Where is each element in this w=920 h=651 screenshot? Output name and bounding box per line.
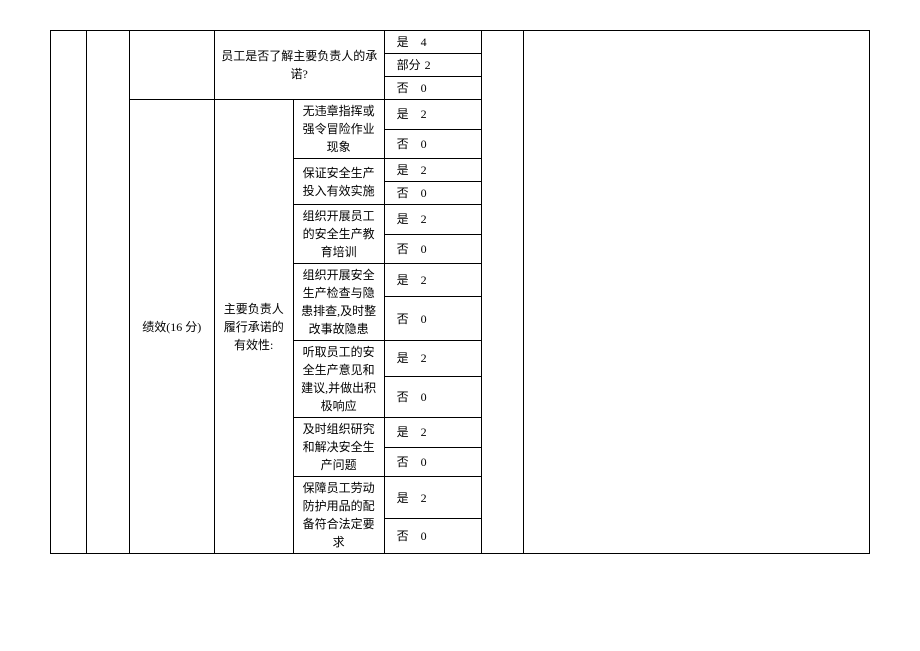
score-option: 是2 [384, 159, 481, 182]
score-value: 0 [421, 240, 427, 258]
score-option: 部分 2 [384, 54, 481, 77]
score-option: 否0 [384, 77, 481, 100]
score-value: 2 [421, 423, 427, 441]
score-label: 是 [397, 35, 409, 49]
score-label: 是 [397, 491, 409, 505]
blank-col-2 [87, 31, 129, 554]
sub-category-cell: 主要负责人履行承诺的有效性: [214, 100, 293, 554]
score-label: 是 [397, 425, 409, 439]
score-label: 否 [397, 455, 409, 469]
score-label: 否 [397, 242, 409, 256]
score-value: 0 [421, 79, 427, 97]
criteria-cell: 听取员工的安全生产意见和建议,并做出积极响应 [293, 341, 384, 418]
score-value: 0 [421, 310, 427, 328]
score-value: 2 [421, 161, 427, 179]
score-value: 0 [421, 453, 427, 471]
score-option: 否0 [384, 447, 481, 477]
score-option: 是4 [384, 31, 481, 54]
criteria-cell: 组织开展员工的安全生产教育培训 [293, 205, 384, 264]
score-value: 2 [421, 349, 427, 367]
score-label: 是 [397, 273, 409, 287]
blank-col-3-top [129, 31, 214, 100]
score-label: 否 [397, 529, 409, 543]
score-value: 2 [421, 271, 427, 289]
score-value: 2 [425, 56, 431, 74]
score-value: 0 [421, 388, 427, 406]
blank-col-1 [51, 31, 87, 554]
criteria-cell: 保障员工劳动防护用品的配备符合法定要求 [293, 477, 384, 554]
score-label: 部分 [397, 58, 421, 72]
score-value: 0 [421, 135, 427, 153]
score-label: 是 [397, 351, 409, 365]
blank-col-7 [481, 31, 523, 554]
score-option: 否0 [384, 129, 481, 159]
score-option: 否0 [384, 182, 481, 205]
criteria-cell: 及时组织研究和解决安全生产问题 [293, 418, 384, 477]
category-cell: 绩效(16 分) [129, 100, 214, 554]
criteria-cell: 无违章指挥或强令冒险作业现象 [293, 100, 384, 159]
score-option: 是2 [384, 264, 481, 297]
top-question: 员工是否了解主要负责人的承诺? [214, 31, 384, 100]
score-label: 是 [397, 107, 409, 121]
score-option: 否0 [384, 519, 481, 554]
score-label: 否 [397, 390, 409, 404]
score-value: 2 [421, 105, 427, 123]
score-value: 0 [421, 184, 427, 202]
score-option: 是2 [384, 477, 481, 519]
assessment-table: 员工是否了解主要负责人的承诺? 是4 部分2 否0 绩效(16 分) 主要负责人… [50, 30, 870, 554]
score-label: 否 [397, 186, 409, 200]
score-value: 4 [421, 33, 427, 51]
score-label: 否 [397, 312, 409, 326]
score-option: 是2 [384, 341, 481, 377]
criteria-cell: 保证安全生产投入有效实施 [293, 159, 384, 205]
score-option: 是2 [384, 205, 481, 235]
criteria-cell: 组织开展安全生产检查与隐患排查,及时整改事故隐患 [293, 264, 384, 341]
score-label: 是 [397, 212, 409, 226]
score-value: 0 [421, 527, 427, 545]
score-value: 2 [421, 489, 427, 507]
score-option: 否0 [384, 234, 481, 264]
blank-col-8 [524, 31, 870, 554]
score-label: 否 [397, 137, 409, 151]
score-label: 否 [397, 81, 409, 95]
score-option: 是2 [384, 100, 481, 130]
score-option: 否0 [384, 297, 481, 341]
score-option: 是2 [384, 418, 481, 448]
score-value: 2 [421, 210, 427, 228]
score-option: 否0 [384, 376, 481, 417]
score-label: 是 [397, 163, 409, 177]
